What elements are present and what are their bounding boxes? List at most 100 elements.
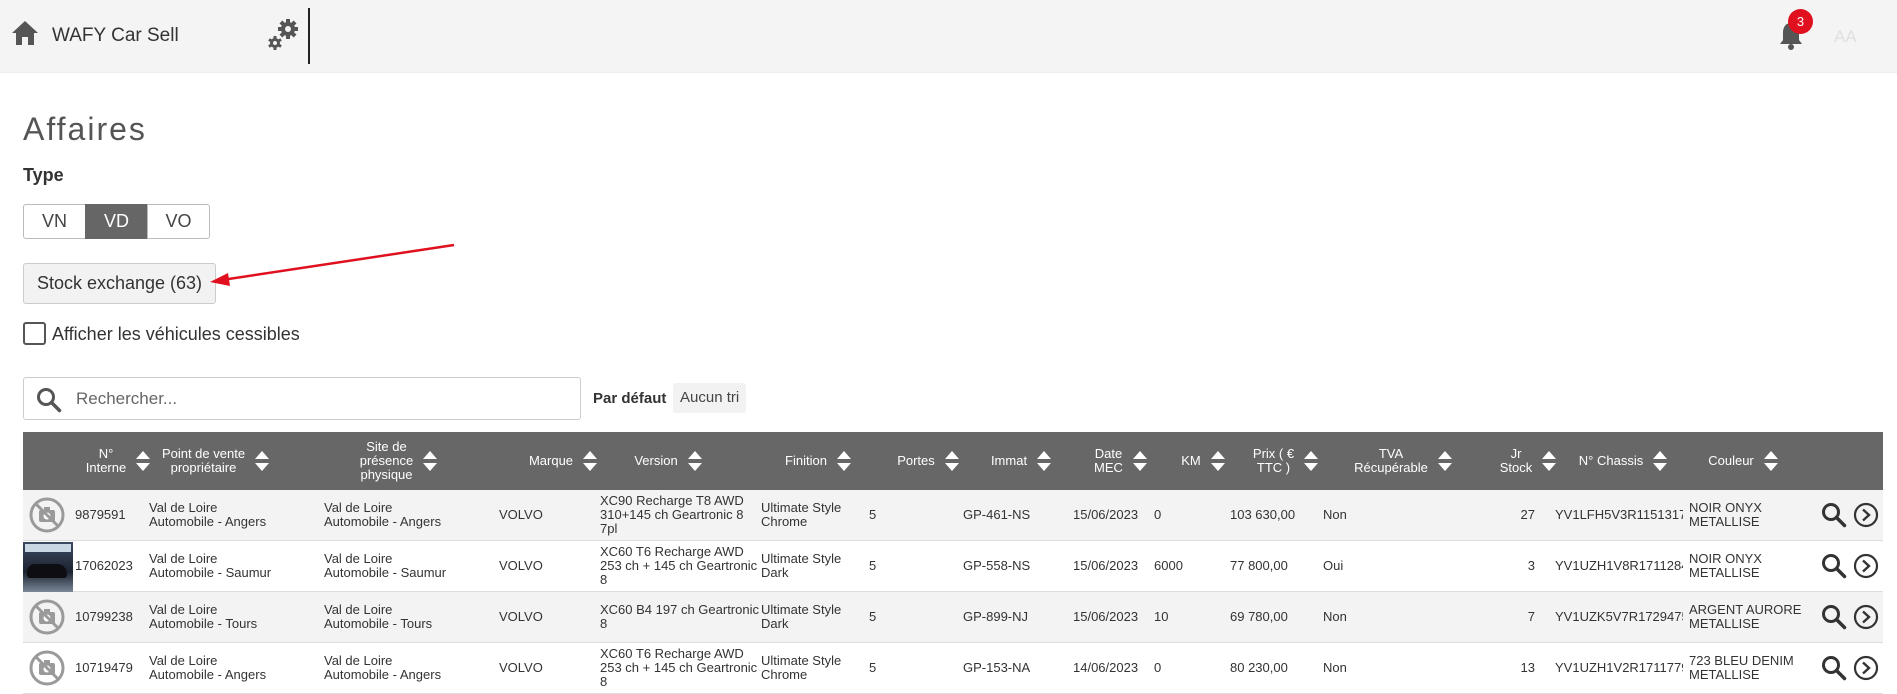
sort-arrows-icon[interactable]: [1653, 451, 1668, 471]
cell-version: XC60 T6 Recharge AWD 253 ch + 145 ch Gea…: [600, 544, 758, 587]
cell-finition: Ultimate Style Chrome: [761, 500, 842, 529]
show-transferable-label: Afficher les véhicules cessibles: [52, 324, 300, 344]
settings-gears-icon[interactable]: [266, 18, 300, 52]
cell-date-mec: 15/06/2023: [1073, 558, 1139, 573]
column-header-finition[interactable]: Finition: [763, 432, 873, 490]
cell-immat: GP-899-NJ: [963, 609, 1029, 624]
search-box: [23, 377, 581, 420]
column-header-marque[interactable]: Marque: [503, 432, 623, 490]
open-chevron-circle-icon[interactable]: [1853, 655, 1879, 681]
column-header-portes[interactable]: Portes: [878, 432, 978, 490]
cell-chassis: YV1UZH1V2R1711779: [1555, 660, 1683, 675]
open-chevron-circle-icon[interactable]: [1853, 553, 1879, 579]
column-header-label: Couleur: [1708, 453, 1754, 468]
open-chevron-circle-icon[interactable]: [1853, 604, 1879, 630]
cell-chassis: YV1UZH1V8R1711284: [1555, 558, 1683, 573]
cell-portes: 5: [869, 558, 877, 573]
view-details-search-icon[interactable]: [1821, 553, 1847, 579]
sort-arrows-icon[interactable]: [1763, 451, 1778, 471]
column-header-chassis[interactable]: N° Chassis: [1553, 432, 1693, 490]
cell-finition: Ultimate Style Dark: [761, 551, 842, 580]
cell-portes: 5: [869, 609, 877, 624]
sort-arrows-icon[interactable]: [687, 451, 702, 471]
cell-point-vente: Val de Loire Automobile - Saumur: [149, 551, 272, 580]
cell-jr-stock: 3: [1527, 558, 1535, 573]
sort-arrows-icon[interactable]: [1437, 451, 1452, 471]
table-row[interactable]: 9879591 Val de Loire Automobile - Angers V…: [23, 490, 1883, 541]
cell-immat: GP-558-NS: [963, 558, 1031, 573]
annotation-arrow: [210, 243, 455, 286]
column-header-label: KM: [1181, 453, 1201, 468]
cell-numero: 9879591: [75, 507, 126, 522]
cell-site: Val de Loire Automobile - Saumur: [324, 551, 447, 580]
cell-jr-stock: 27: [1520, 507, 1535, 522]
column-header-version[interactable]: Version: [613, 432, 723, 490]
column-header-site[interactable]: Site de présence physique: [336, 432, 461, 490]
sort-label: Par défaut: [593, 390, 667, 407]
cell-chassis: YV1UZK5V7R1729475: [1555, 609, 1683, 624]
home-icon[interactable]: [10, 18, 40, 48]
show-transferable-checkbox[interactable]: [23, 322, 46, 345]
no-photo-icon: [28, 649, 66, 687]
table-header: N° Interne Point de vente propriétaire Sit…: [23, 432, 1883, 490]
header-divider: [308, 8, 310, 64]
sort-arrows-icon[interactable]: [836, 451, 851, 471]
vehicle-photo[interactable]: [23, 542, 73, 592]
cell-site: Val de Loire Automobile - Angers: [324, 500, 442, 529]
sort-arrows-icon[interactable]: [1037, 451, 1052, 471]
table-body: 9879591 Val de Loire Automobile - Angers V…: [23, 490, 1883, 694]
cell-immat: GP-461-NS: [963, 507, 1031, 522]
column-header-label: Date MEC: [1094, 446, 1123, 475]
cell-tva: Non: [1323, 507, 1347, 522]
stock-exchange-button[interactable]: Stock exchange (63): [23, 263, 216, 304]
vehicles-table: N° Interne Point de vente propriétaire Sit…: [23, 432, 1883, 694]
column-header-couleur[interactable]: Couleur: [1688, 432, 1798, 490]
cell-date-mec: 14/06/2023: [1073, 660, 1139, 675]
cell-prix: 69 780,00: [1230, 609, 1288, 624]
cell-marque: VOLVO: [499, 558, 543, 573]
cell-tva: Oui: [1323, 558, 1344, 573]
view-details-search-icon[interactable]: [1821, 655, 1847, 681]
column-header-label: TVA Récupérable: [1354, 446, 1428, 475]
page-title: Affaires: [23, 111, 147, 147]
table-row[interactable]: 17062023 Val de Loire Automobile - Saumur…: [23, 541, 1883, 592]
sort-arrows-icon[interactable]: [1304, 451, 1319, 471]
type-vo-button[interactable]: VO: [147, 204, 210, 239]
column-header-prix[interactable]: Prix ( € TTC ): [1233, 432, 1338, 490]
open-chevron-circle-icon[interactable]: [1853, 502, 1879, 528]
view-details-search-icon[interactable]: [1821, 604, 1847, 630]
search-input[interactable]: [74, 379, 574, 418]
sort-arrows-icon[interactable]: [583, 451, 598, 471]
search-icon: [37, 388, 62, 413]
column-header-point-vente[interactable]: Point de vente propriétaire: [148, 432, 283, 490]
cell-jr-stock: 13: [1520, 660, 1535, 675]
column-header-label: Prix ( € TTC ): [1252, 446, 1295, 475]
column-header-tva[interactable]: TVA Récupérable: [1333, 432, 1473, 490]
cell-chassis: YV1LFH5V3R1151317: [1555, 507, 1683, 522]
app-title[interactable]: WAFY Car Sell: [52, 25, 179, 47]
sort-arrows-icon[interactable]: [255, 451, 270, 471]
table-row[interactable]: 10719479 Val de Loire Automobile - Angers…: [23, 643, 1883, 694]
type-vn-button[interactable]: VN: [23, 204, 86, 239]
cell-version: XC60 T6 Recharge AWD 253 ch + 145 ch Gea…: [600, 646, 758, 689]
cell-km: 10: [1154, 609, 1169, 624]
sort-arrows-icon[interactable]: [1210, 451, 1225, 471]
sort-arrows-icon[interactable]: [423, 451, 438, 471]
user-avatar[interactable]: AA: [1834, 27, 1857, 47]
sort-select[interactable]: Aucun tri: [673, 383, 747, 413]
column-header-label: Marque: [528, 453, 574, 468]
view-details-search-icon[interactable]: [1821, 502, 1847, 528]
column-header-label: Version: [634, 453, 678, 468]
column-header-label: N° Interne: [85, 446, 127, 475]
sort-arrows-icon[interactable]: [944, 451, 959, 471]
cell-couleur: NOIR ONYX METALLISE: [1689, 551, 1762, 580]
column-header-date-mec[interactable]: Date MEC: [1068, 432, 1173, 490]
sort-arrows-icon[interactable]: [1132, 451, 1147, 471]
cell-km: 0: [1154, 660, 1162, 675]
cell-date-mec: 15/06/2023: [1073, 507, 1139, 522]
column-header-km[interactable]: KM: [1163, 432, 1243, 490]
column-header-immat[interactable]: Immat: [971, 432, 1071, 490]
table-row[interactable]: 10799238 Val de Loire Automobile - Tours V…: [23, 592, 1883, 643]
type-vd-button[interactable]: VD: [85, 204, 148, 239]
column-header-label: Site de présence physique: [359, 439, 414, 482]
